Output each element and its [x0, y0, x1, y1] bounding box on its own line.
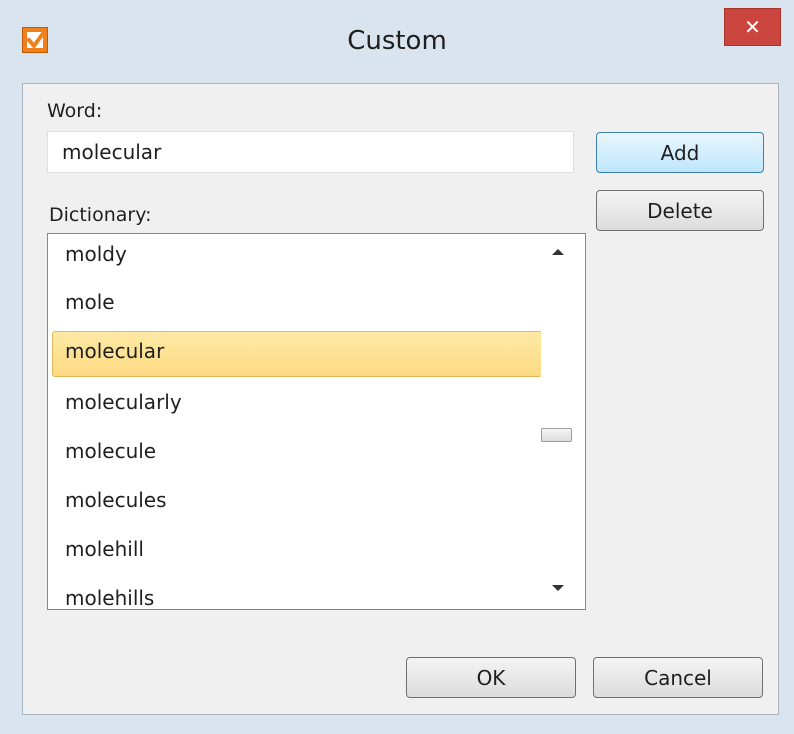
dialog-window: Custom ✕ Word: molecular Add Delete Dict… [0, 0, 794, 734]
list-item-selected[interactable]: molecular [52, 331, 542, 377]
vertical-scrollbar[interactable] [541, 234, 585, 609]
word-input[interactable]: molecular [47, 131, 574, 173]
dialog-body: Word: molecular Add Delete Dictionary: m… [22, 83, 779, 715]
window-title: Custom [347, 26, 447, 56]
close-button[interactable]: ✕ [724, 8, 781, 46]
dictionary-list[interactable]: moldy mole molecular molecularly molecul… [47, 233, 586, 610]
cancel-button[interactable]: Cancel [593, 657, 763, 698]
list-item[interactable]: mole [52, 282, 542, 328]
ok-button[interactable]: OK [406, 657, 576, 698]
title-bar[interactable]: Custom ✕ [0, 0, 794, 82]
list-item[interactable]: molecules [52, 480, 542, 526]
dictionary-label: Dictionary: [49, 204, 152, 226]
list-item[interactable]: molehill [52, 529, 542, 575]
scrollbar-thumb[interactable] [541, 428, 572, 442]
scroll-down-arrow-icon[interactable] [551, 584, 565, 592]
word-label: Word: [47, 100, 103, 122]
scroll-up-arrow-icon[interactable] [551, 248, 565, 256]
add-button[interactable]: Add [596, 132, 764, 173]
close-icon: ✕ [744, 15, 761, 39]
delete-button[interactable]: Delete [596, 190, 764, 231]
list-item[interactable]: molecule [52, 431, 542, 477]
list-item[interactable]: moldy [52, 234, 542, 280]
list-item[interactable]: molehills [52, 578, 542, 609]
list-item[interactable]: molecularly [52, 382, 542, 428]
